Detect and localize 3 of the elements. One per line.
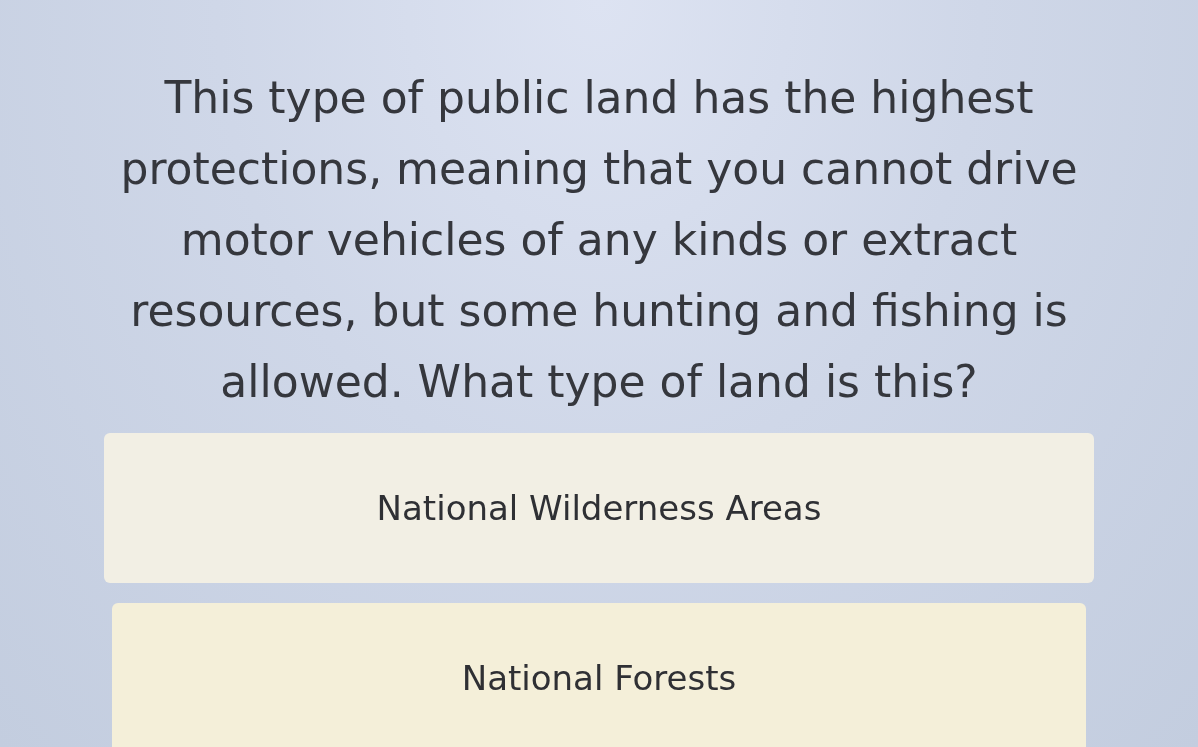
answer-option[interactable]: National Wilderness Areas	[104, 433, 1094, 583]
answer-option[interactable]: National Forests	[112, 603, 1086, 747]
question-text: This type of public land has the highest protections, meaning that you cannot drive motor vehicles of any kinds or extract resources, but some hunting and fishing is allowed. What type of land is this?	[119, 71, 1079, 409]
